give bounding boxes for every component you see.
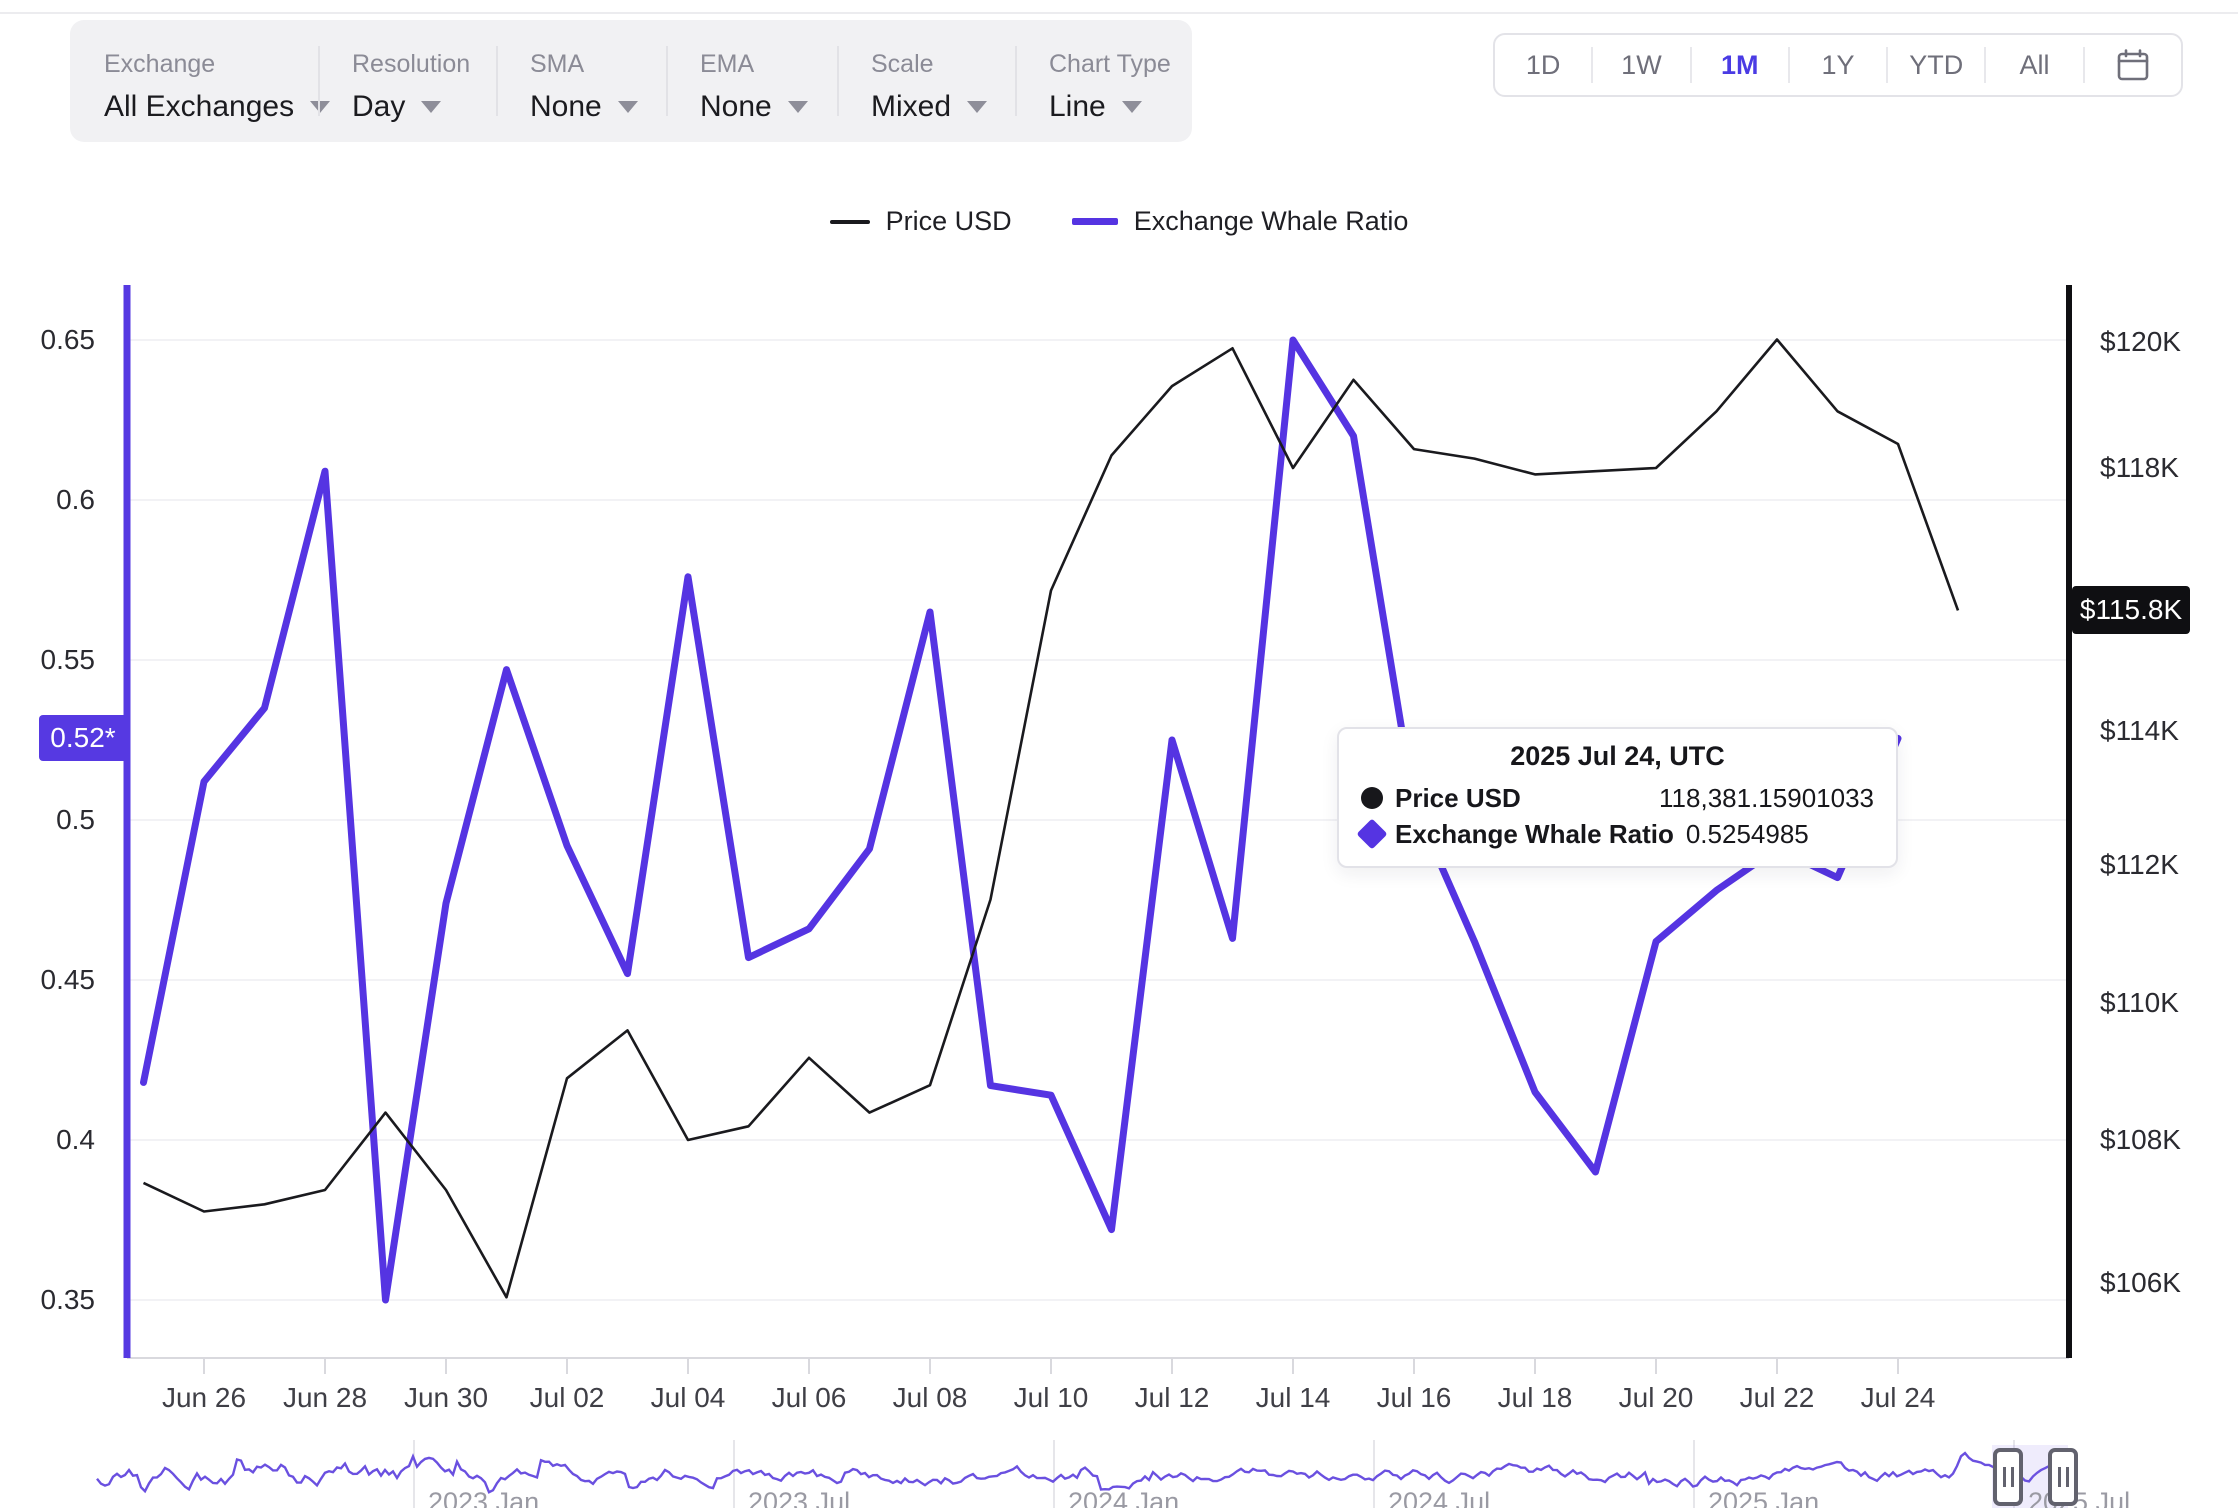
x-axis-tick: Jul 18 <box>1498 1382 1573 1414</box>
navigator-handle-right[interactable] <box>2048 1448 2078 1506</box>
tooltip-price-value: 118,381.15901033 <box>1659 780 1874 816</box>
left-axis-live-badge: 0.52* <box>39 715 127 761</box>
x-axis-tick: Jul 16 <box>1377 1382 1452 1414</box>
purple-diamond-icon <box>1361 823 1395 845</box>
right-axis-tick: $110K <box>2100 987 2179 1019</box>
left-axis-tick: 0.55 <box>0 644 95 676</box>
x-axis-tick: Jun 30 <box>404 1382 488 1414</box>
navigator-handle-left[interactable] <box>1993 1448 2023 1506</box>
navigator-date-label: 2023 Jul <box>748 1487 850 1508</box>
left-axis-tick: 0.5 <box>0 804 95 836</box>
x-axis-tick: Jul 06 <box>772 1382 847 1414</box>
left-axis-tick: 0.6 <box>0 484 95 516</box>
navigator-date-label: 2025 Jan <box>1708 1487 1819 1508</box>
tooltip-ratio-label: Exchange Whale Ratio <box>1395 816 1674 852</box>
tooltip-date-title: 2025 Jul 24, UTC <box>1361 741 1874 772</box>
navigator-date-label: 2024 Jul <box>1388 1487 1490 1508</box>
tooltip-row-price: Price USD 118,381.15901033 <box>1361 780 1874 816</box>
x-axis-tick: Jul 10 <box>1014 1382 1089 1414</box>
navigator-date-label: 2025 Jul <box>2028 1487 2130 1508</box>
tooltip-price-label: Price USD <box>1395 780 1521 816</box>
navigator-date-label: 2024 Jan <box>1068 1487 1179 1508</box>
x-axis-tick: Jul 04 <box>651 1382 726 1414</box>
right-axis-tick: $112K <box>2100 849 2179 881</box>
right-axis-tick: $114K <box>2100 715 2179 747</box>
x-axis-tick: Jul 12 <box>1135 1382 1210 1414</box>
tooltip-row-whale-ratio: Exchange Whale Ratio 0.5254985 <box>1361 816 1874 852</box>
left-axis-tick: 0.35 <box>0 1284 95 1316</box>
x-axis-tick: Jul 14 <box>1256 1382 1331 1414</box>
right-axis-tick: $106K <box>2100 1267 2181 1299</box>
x-axis-tick: Jul 24 <box>1861 1382 1936 1414</box>
right-axis-tick: $120K <box>2100 326 2181 358</box>
right-axis-live-badge: $115.8K <box>2072 586 2190 634</box>
main-chart[interactable] <box>0 0 2238 1508</box>
black-circle-icon <box>1361 787 1395 809</box>
tooltip-ratio-value: 0.5254985 <box>1686 816 1809 852</box>
right-axis-tick: $118K <box>2100 452 2179 484</box>
x-axis-tick: Jun 28 <box>283 1382 367 1414</box>
x-axis-tick: Jul 20 <box>1619 1382 1694 1414</box>
left-axis-tick: 0.45 <box>0 964 95 996</box>
x-axis-tick: Jun 26 <box>162 1382 246 1414</box>
chart-tooltip: 2025 Jul 24, UTC Price USD 118,381.15901… <box>1337 727 1898 868</box>
right-axis-tick: $108K <box>2100 1124 2181 1156</box>
navigator-date-label: 2023 Jan <box>428 1487 539 1508</box>
x-axis-tick: Jul 02 <box>530 1382 605 1414</box>
x-axis-tick: Jul 22 <box>1740 1382 1815 1414</box>
left-axis-tick: 0.4 <box>0 1124 95 1156</box>
left-axis-tick: 0.65 <box>0 324 95 356</box>
x-axis-tick: Jul 08 <box>893 1382 968 1414</box>
